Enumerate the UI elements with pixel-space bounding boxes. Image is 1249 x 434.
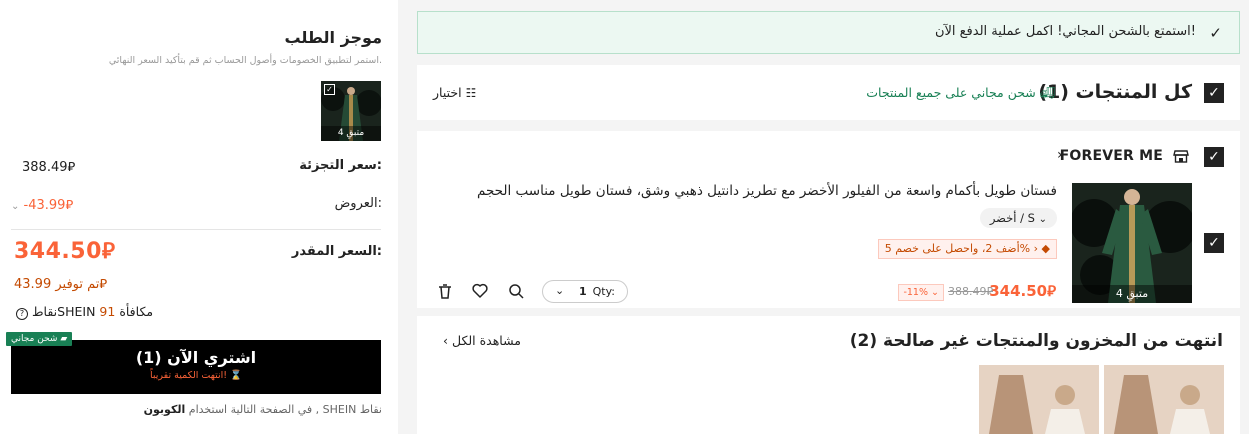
original-price: 388.49⃁ <box>947 285 993 298</box>
out-of-stock-item-image[interactable] <box>979 365 1099 434</box>
discount-badge[interactable]: -11% ⌄ <box>898 284 944 301</box>
checked-icon: ✓ <box>324 84 335 95</box>
store-checkbox[interactable]: ✓ <box>1204 147 1224 167</box>
trash-icon[interactable] <box>437 283 455 301</box>
product-image[interactable]: متبقِ 4 <box>1072 183 1192 303</box>
out-of-stock-item-image[interactable] <box>1104 365 1224 434</box>
offers-value: -43.99⃁ <box>23 198 74 213</box>
qty-label: Qty: <box>592 285 615 298</box>
qty-value: 1 <box>579 285 587 298</box>
chevron-down-icon: ⌄ <box>931 287 939 298</box>
low-stock-warning: انتهت الكمية تقريباً! ⌛ <box>11 370 381 381</box>
buy-now-label: اشتري الآن (1) <box>135 348 257 367</box>
store-icon <box>1173 148 1189 168</box>
truck-icon: 🚚︎ <box>1039 86 1055 100</box>
dress-image <box>1104 365 1224 434</box>
coupon-suffix: , SHEIN نقاط <box>315 403 382 416</box>
stock-left-tag: متبقِ 4 <box>321 126 381 141</box>
stock-left-tag: متبقِ 4 <box>1072 285 1192 303</box>
discount-value: -11% <box>903 287 928 298</box>
retail-price-label: سعر التجزئة: <box>299 158 382 173</box>
offers-label: العروض: <box>334 196 382 211</box>
saved-amount: تم توفير 43.99⃁ <box>14 277 108 292</box>
tag-icon: ◆ <box>1041 242 1050 255</box>
final-price-label: السعر المقدر: <box>291 244 382 259</box>
promo-text: أضف 2، واحصل على خصم 5% › <box>884 242 1039 255</box>
points-prefix: مكافأة <box>119 304 154 319</box>
free-shipping-all-text: شحن مجاني على جميع المنتجات <box>866 85 1036 100</box>
view-all-link[interactable]: ‹ مشاهدة الكل <box>443 333 521 348</box>
free-shipping-badge: شحن مجاني ▰ <box>6 332 73 346</box>
help-icon[interactable]: ? <box>16 308 28 320</box>
dress-image <box>979 365 1099 434</box>
chevron-left-icon: ‹ <box>443 333 448 348</box>
offers-value-toggle[interactable]: ⌄ -43.99⃁ <box>11 196 73 213</box>
coupon-bold: الكوبون <box>143 403 186 416</box>
final-price-value: 344.50⃁ <box>14 239 116 264</box>
free-shipping-text: شحن مجاني <box>11 334 58 344</box>
chevron-right-icon[interactable]: › <box>1057 147 1063 163</box>
low-stock-text: انتهت الكمية تقريباً! <box>150 370 228 381</box>
banner-text: استمتع بالشحن المجاني! اكمل عملية الدفع … <box>934 24 1196 39</box>
truck-icon: ▰ <box>60 334 68 344</box>
product-checkbox[interactable]: ✓ <box>1204 233 1224 253</box>
summary-divider <box>11 229 381 230</box>
product-price: 344.50⃁ <box>989 282 1056 300</box>
points-suffix: نقاطSHEIN <box>31 304 96 319</box>
product-name[interactable]: فستان طويل بأكمام واسعة من الفيلور الأخض… <box>477 183 1057 199</box>
summary-title: موجز الطلب <box>284 28 382 47</box>
promo-tag[interactable]: أضف 2، واحصل على خصم 5% › ◆ <box>877 239 1057 259</box>
free-shipping-info: شحن مجاني على جميع المنتجات 🚚︎ <box>866 85 1055 100</box>
chevron-down-icon: ⌄ <box>555 284 565 297</box>
view-all-label: مشاهدة الكل <box>451 333 521 348</box>
out-of-stock-title: انتهت من المخزون والمنتجات غير صالحة (2) <box>849 331 1223 351</box>
list-icon: ☷ <box>465 86 477 100</box>
chevron-down-icon: ⌄ <box>11 201 20 212</box>
find-similar-icon[interactable] <box>508 283 526 301</box>
summary-subtitle: استمر لتطبيق الخصومات وأصول الحساب ثم قم… <box>108 55 382 66</box>
coupon-note: في الصفحة التالية استخدام الكوبون , SHEI… <box>144 403 382 416</box>
heart-icon[interactable] <box>472 283 490 301</box>
all-products-title: كل المنتجات (1) <box>1038 81 1192 103</box>
order-summary-panel: موجز الطلب استمر لتطبيق الخصومات وأصول ا… <box>0 0 398 434</box>
quantity-selector[interactable]: Qty: 1 ⌄ <box>542 280 628 303</box>
summary-product-thumbnail[interactable]: ✓ متبقِ 4 <box>321 81 381 141</box>
coupon-prefix: في الصفحة التالية استخدام <box>188 403 313 416</box>
cart-header: ✓ كل المنتجات (1) شحن مجاني على جميع الم… <box>417 65 1240 120</box>
chevron-down-icon: ⌄ <box>1038 214 1047 225</box>
hourglass-icon: ⌛ <box>230 370 242 381</box>
points-number: 91 <box>99 304 116 319</box>
reward-points: ? نقاطSHEIN 91 مكافأة <box>16 304 153 320</box>
free-shipping-banner: ✓ استمتع بالشحن المجاني! اكمل عملية الدف… <box>417 11 1240 54</box>
select-button[interactable]: اختيار ☷ <box>433 85 476 100</box>
buy-now-button[interactable]: اشتري الآن (1) انتهت الكمية تقريباً! ⌛ <box>11 340 381 394</box>
retail-price-value: 388.49⃁ <box>22 160 76 175</box>
store-name[interactable]: FOREVER ME <box>1060 148 1163 164</box>
check-icon: ✓ <box>1209 24 1222 42</box>
select-label: اختيار <box>433 85 462 100</box>
variant-selector[interactable]: أخضر / S ⌄ <box>979 208 1057 228</box>
select-all-checkbox[interactable]: ✓ <box>1204 83 1224 103</box>
variant-label: أخضر / S <box>989 211 1035 225</box>
